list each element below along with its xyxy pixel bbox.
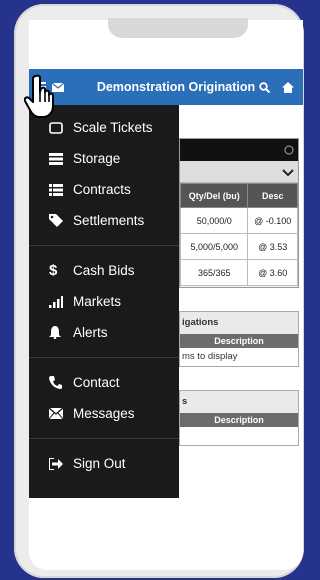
menu-item-messages[interactable]: Messages [29, 398, 179, 429]
column-header: Qty/Del (bu) [179, 183, 249, 208]
menu-item-alerts[interactable]: Alerts [29, 317, 179, 348]
contracts-icon [49, 183, 67, 196]
side-drawer: Scale Tickets Storage Contracts Settleme… [29, 105, 179, 498]
contracts-panel: Qty/Del (bu) Desc 50,000/0 @ -0.100 5,00… [179, 138, 299, 288]
table-row[interactable]: 5,000/5,000 @ 3.53 [179, 233, 298, 260]
menu-divider [29, 245, 179, 246]
menu-item-label: Scale Tickets [73, 120, 153, 135]
bell-icon [49, 326, 67, 339]
scale-tickets-icon [49, 121, 67, 134]
sign-out-icon [49, 457, 67, 470]
chevron-down-icon[interactable] [180, 161, 300, 183]
second-box-column-header: Description [180, 413, 298, 427]
tag-icon [49, 214, 67, 227]
app-screen: Qty/Del (bu) Desc 50,000/0 @ -0.100 5,00… [29, 20, 303, 570]
menu-item-label: Markets [73, 294, 122, 309]
menu-item-storage[interactable]: Storage [29, 143, 179, 174]
search-icon[interactable] [255, 81, 273, 93]
second-box: s Description [179, 390, 299, 446]
envelope-icon [49, 408, 67, 419]
bar-chart-icon [49, 295, 67, 308]
panel-header [180, 139, 298, 161]
phone-notch [108, 18, 248, 38]
menu-item-label: Messages [73, 406, 135, 421]
phone-icon [49, 376, 67, 389]
menu-item-contact[interactable]: Contact [29, 367, 179, 398]
obligations-column-header: Description [180, 334, 298, 348]
menu-item-markets[interactable]: Markets [29, 286, 179, 317]
menu-item-label: Storage [73, 151, 121, 166]
table-row[interactable]: 365/365 @ 3.60 [179, 259, 298, 286]
menu-item-cash-bids[interactable]: $ Cash Bids [29, 255, 179, 286]
table-cell: @ -0.100 [247, 207, 298, 234]
contracts-table: Qty/Del (bu) Desc 50,000/0 @ -0.100 5,00… [179, 183, 298, 286]
obligations-empty-text: ms to display [180, 348, 298, 366]
table-cell: 5,000/5,000 [179, 233, 249, 260]
menu-item-label: Alerts [73, 325, 108, 340]
menu-item-label: Cash Bids [73, 263, 135, 278]
menu-divider [29, 438, 179, 439]
table-cell: @ 3.60 [247, 259, 298, 286]
storage-icon [49, 152, 67, 165]
panel-subheader [180, 161, 298, 183]
table-row[interactable]: 50,000/0 @ -0.100 [179, 207, 298, 234]
menu-item-contracts[interactable]: Contracts [29, 174, 179, 205]
second-box-title: s [180, 391, 298, 413]
page-title: Demonstration Origination [96, 80, 256, 94]
obligations-title: igations [180, 312, 298, 334]
refresh-icon[interactable] [180, 139, 300, 161]
menu-item-sign-out[interactable]: Sign Out [29, 448, 179, 479]
home-icon[interactable] [279, 81, 297, 93]
menu-item-label: Contracts [73, 182, 131, 197]
menu-item-label: Settlements [73, 213, 145, 228]
table-cell: 365/365 [179, 259, 249, 286]
hand-pointer-icon [24, 74, 54, 118]
menu-item-label: Sign Out [73, 456, 126, 471]
menu-item-settlements[interactable]: Settlements [29, 205, 179, 236]
second-box-body [180, 427, 298, 445]
table-cell: 50,000/0 [179, 207, 249, 234]
dollar-icon: $ [49, 262, 58, 279]
menu-item-label: Contact [73, 375, 120, 390]
column-header: Desc [247, 183, 298, 208]
menu-divider [29, 357, 179, 358]
table-cell: @ 3.53 [247, 233, 298, 260]
top-bar: Demonstration Origination [29, 69, 303, 105]
obligations-box: igations Description ms to display [179, 311, 299, 367]
